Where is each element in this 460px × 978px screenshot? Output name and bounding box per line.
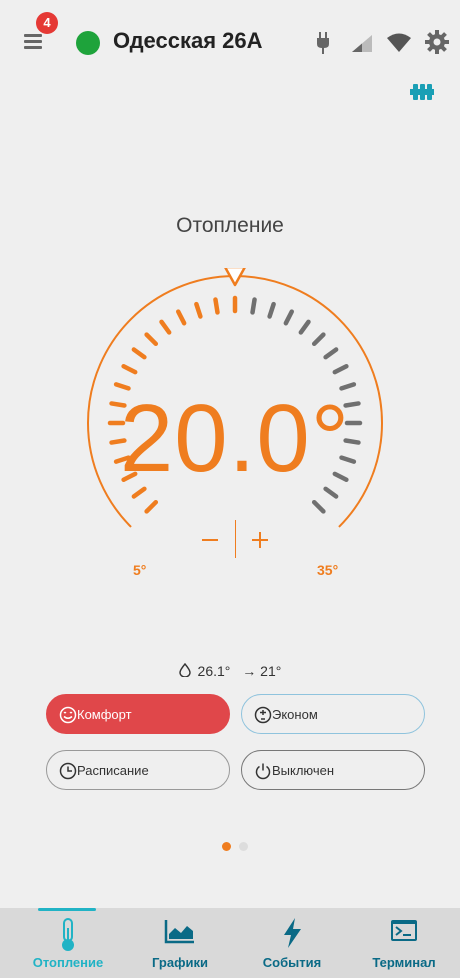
chart-icon [164, 920, 194, 944]
smile-icon [59, 706, 77, 724]
nav-label-heating: Отопление [32, 955, 104, 970]
dial-tick [144, 332, 159, 347]
bottom-nav: Отопление Графики События Терминал [0, 908, 460, 978]
econom-mode-button[interactable]: Эконом [241, 694, 425, 734]
setpoint-temperature: 20.0° [119, 385, 351, 492]
wifi-icon [387, 33, 411, 52]
increase-button[interactable] [248, 520, 274, 550]
signal-icon [352, 35, 372, 52]
dial-tick [159, 319, 172, 335]
dial-tick [131, 347, 147, 360]
page-indicator [222, 838, 252, 856]
dial-tick [250, 297, 257, 315]
dial-tick [121, 364, 138, 375]
dial-tick [176, 309, 187, 326]
max-temp-label: 35° [317, 562, 339, 578]
dial-tick [298, 319, 311, 335]
nav-label-terminal: Терминал [372, 955, 436, 970]
page-dot-active[interactable] [222, 842, 231, 851]
dial-divider [235, 520, 236, 558]
power-icon [255, 763, 271, 780]
off-mode-label: Выключен [272, 763, 335, 778]
min-temp-label: 5° [133, 562, 147, 578]
app-screen: 4 Одесская 26А Отопление 20.0° 5° 35° 26… [0, 0, 460, 978]
nav-item-heating[interactable]: Отопление [22, 908, 114, 978]
comfort-mode-label: Комфорт [77, 707, 132, 722]
dial-tick [213, 297, 220, 315]
schedule-mode-label: Расписание [77, 763, 149, 778]
nav-item-events[interactable]: События [246, 908, 338, 978]
clock-icon [59, 762, 77, 780]
target-temperature: → 21° [242, 663, 282, 680]
device-name[interactable]: Одесская 26А [113, 28, 263, 54]
section-title: Отопление [176, 214, 284, 237]
top-bar: 4 Одесская 26А [0, 0, 460, 88]
comfort-mode-button[interactable]: Комфорт [46, 694, 230, 734]
terminal-icon [391, 920, 417, 941]
dial-tick [144, 499, 159, 514]
nav-label-events: События [262, 955, 322, 970]
thermometer-icon [62, 918, 74, 951]
notification-badge: 4 [36, 12, 58, 34]
dial-tick [323, 347, 339, 360]
readings-row: 26.1° → 21° [0, 662, 460, 680]
nav-item-charts[interactable]: Графики [134, 908, 226, 978]
radiator-icon [410, 84, 434, 100]
plug-icon [317, 32, 329, 54]
current-temperature: 26.1° [197, 663, 231, 680]
off-mode-button[interactable]: Выключен [241, 750, 425, 790]
dial-tick [194, 301, 203, 319]
dial-tick [283, 309, 294, 326]
dial-tick [311, 332, 326, 347]
nav-item-terminal[interactable]: Терминал [358, 908, 450, 978]
gear-icon[interactable] [425, 30, 449, 54]
decrease-button[interactable] [198, 520, 224, 550]
lightning-icon [284, 918, 301, 948]
dial-tick [332, 364, 349, 375]
dial-tick [267, 301, 276, 319]
drop-icon [178, 662, 191, 678]
page-dot[interactable] [239, 842, 249, 851]
schedule-mode-button[interactable]: Расписание [46, 750, 230, 790]
dial-tick [311, 499, 326, 514]
econom-mode-label: Эконом [272, 707, 318, 722]
econom-icon [254, 706, 272, 724]
nav-label-charts: Графики [152, 955, 208, 970]
online-status-dot [76, 31, 100, 55]
